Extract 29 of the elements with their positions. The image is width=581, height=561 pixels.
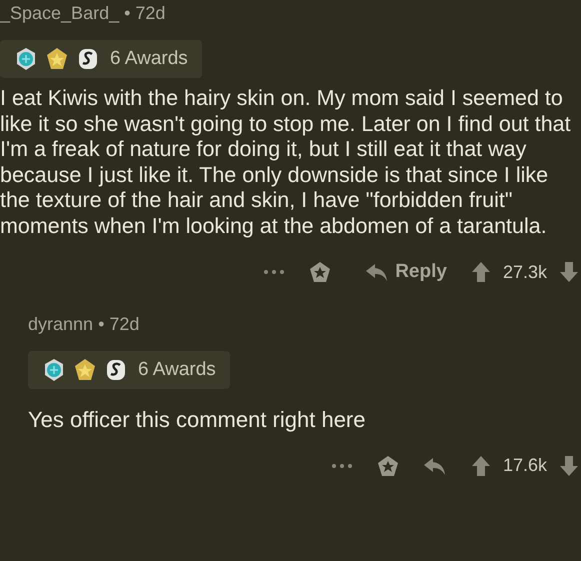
- star-award-icon: [73, 357, 97, 383]
- gem-award-icon: [42, 357, 66, 383]
- vote-score: 17.6k: [502, 455, 547, 476]
- downvote-icon[interactable]: [559, 454, 579, 476]
- downvote-icon[interactable]: [559, 261, 579, 283]
- username[interactable]: dyrannn: [28, 314, 94, 334]
- awards-badge[interactable]: 6 Awards: [0, 40, 202, 78]
- more-options-icon[interactable]: [263, 269, 286, 275]
- comment-text: I eat Kiwis with the hairy skin on. My mom said I seemed to like it so she wasn't going to stop me. Later on I find out that I'm a freak of nature for doing it, but I still eat it that way because I just like it. The only downside is that since I like the texture of the hair and skin, I have "forbidden fruit" moments when I'm looking at the abdomen of a tarantula.: [0, 86, 572, 239]
- reply-icon[interactable]: [422, 456, 447, 476]
- reply-icon: [365, 262, 390, 282]
- upvote-icon[interactable]: [470, 454, 491, 476]
- separator-dot: •: [124, 2, 130, 24]
- award-icon[interactable]: [309, 261, 332, 283]
- awards-badge[interactable]: 6 Awards: [28, 351, 230, 389]
- username[interactable]: _Space_Bard_: [0, 2, 120, 24]
- star-award-icon: [45, 46, 69, 72]
- award-icon[interactable]: [376, 454, 399, 476]
- gem-award-icon: [14, 46, 38, 72]
- s-coin-award-icon: [76, 46, 100, 72]
- vote-score: 27.3k: [502, 262, 547, 282]
- separator-dot: •: [98, 314, 104, 334]
- more-options-icon[interactable]: [330, 462, 353, 468]
- reply-button[interactable]: Reply: [365, 261, 447, 283]
- comment-text: Yes officer this comment right here: [28, 407, 366, 432]
- s-coin-award-icon: [104, 357, 128, 383]
- comment-age: 72d: [135, 2, 166, 24]
- comment-age: 72d: [109, 314, 140, 334]
- upvote-icon[interactable]: [470, 261, 491, 283]
